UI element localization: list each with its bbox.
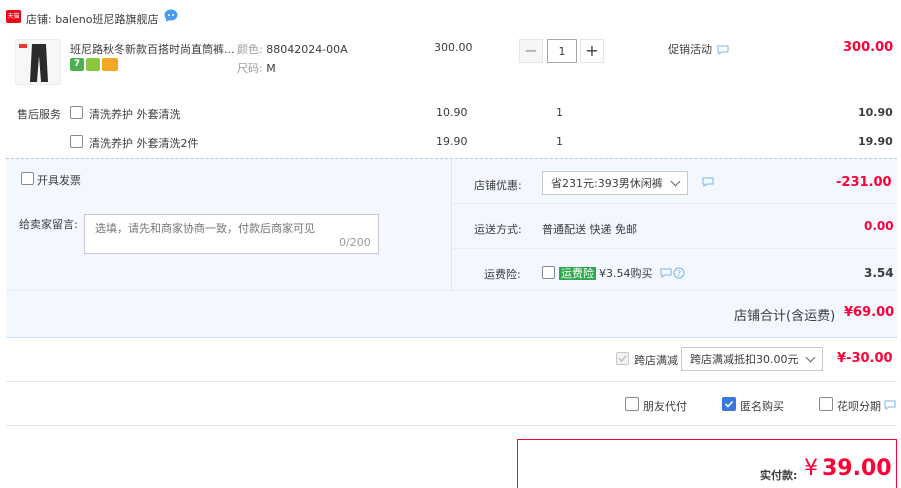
payment-label: 实付款:	[760, 469, 798, 482]
sku-color: 颜色: 88042024-00A	[237, 43, 348, 56]
panel-row-divider	[452, 248, 897, 249]
seller-message-input[interactable]	[84, 214, 379, 254]
after-sale-label: 售后服务	[17, 108, 61, 121]
message-char-counter: 0/200	[339, 236, 371, 249]
insurance-tag: 运费险	[559, 267, 596, 280]
shipping-amount: 0.00	[864, 219, 894, 233]
cross-store-checkbox[interactable]	[616, 352, 629, 365]
discount-label: 店铺优惠:	[474, 179, 522, 192]
card-payment-icon	[102, 58, 118, 71]
sku-size: 尺码: M	[237, 62, 276, 75]
insurance-label: 运费险:	[484, 268, 521, 281]
discount-select[interactable]: 省231元:393男休闲裤	[542, 171, 688, 195]
service-price-2: 19.90	[436, 135, 468, 148]
message-label: 给卖家留言:	[19, 218, 78, 231]
service-qty-2: 1	[556, 135, 563, 148]
wangwang-chat-icon[interactable]	[163, 8, 179, 24]
huabei-info-icon[interactable]	[884, 400, 896, 410]
service-name-2: 清洗养护 外套清洗2件	[89, 137, 199, 150]
qty-input[interactable]	[547, 39, 577, 63]
insurance-amount: 3.54	[864, 266, 894, 280]
service-total-2: 19.90	[858, 135, 893, 148]
panel-divider	[451, 158, 452, 290]
pants-image	[16, 40, 60, 84]
service-qty-1: 1	[556, 106, 563, 119]
tmall-badge: 天猫	[6, 10, 21, 23]
insurance-info-icon[interactable]	[660, 268, 672, 278]
discount-info-icon[interactable]	[702, 177, 714, 187]
panel-row-divider	[6, 290, 897, 291]
seven-day-return-icon: 7	[70, 58, 84, 71]
cross-store-label: 跨店满减	[634, 354, 678, 367]
anonymous-label: 匿名购买	[740, 400, 784, 413]
huabei-label: 花呗分期	[837, 400, 881, 413]
service-checkbox-1[interactable]	[70, 106, 83, 119]
item-total: 300.00	[843, 40, 894, 55]
shipping-method: 普通配送 快递 免邮	[542, 223, 637, 236]
promo-info-icon[interactable]	[717, 45, 729, 55]
insurance-price-text: ¥3.54购买	[599, 267, 653, 280]
panel-row-divider	[452, 203, 897, 204]
insurance-offer: 运费险 ¥3.54购买	[559, 265, 653, 281]
shop-name[interactable]: 店铺: baleno班尼路旗舰店	[26, 11, 158, 27]
product-thumbnail[interactable]	[15, 39, 61, 85]
friend-pay-label: 朋友代付	[643, 400, 687, 413]
service-name-1: 清洗养护 外套清洗	[89, 108, 181, 121]
divider	[6, 425, 897, 426]
payment-currency: ¥	[804, 456, 818, 481]
svg-text:?: ?	[677, 269, 681, 278]
shop-total-amount: ¥69.00	[844, 305, 895, 320]
service-badges: 7	[70, 58, 118, 72]
service-total-1: 10.90	[858, 106, 893, 119]
service-price-1: 10.90	[436, 106, 468, 119]
promo-label: 促销活动	[668, 43, 712, 56]
service-checkbox-2[interactable]	[70, 135, 83, 148]
qty-decrease-button[interactable]: −	[519, 39, 543, 63]
divider	[6, 381, 897, 382]
unit-price: 300.00	[434, 41, 473, 54]
help-icon[interactable]: ?	[673, 267, 685, 279]
qty-increase-button[interactable]: +	[580, 39, 604, 63]
huabei-checkbox[interactable]	[819, 397, 833, 411]
payment-amount: 39.00	[822, 456, 892, 481]
discount-selected-value: 省231元:393男休闲裤	[551, 177, 663, 190]
invoice-label: 开具发票	[37, 174, 81, 187]
guarantee-icon	[86, 58, 100, 71]
shipping-label: 运送方式:	[474, 223, 522, 236]
invoice-checkbox[interactable]	[21, 172, 34, 185]
chevron-down-icon	[670, 176, 681, 186]
chevron-down-icon	[805, 352, 816, 362]
cross-store-amount: ¥-30.00	[837, 351, 893, 366]
shop-total-label: 店铺合计(含运费)	[734, 309, 836, 324]
anonymous-checkbox[interactable]	[722, 397, 736, 411]
friend-pay-checkbox[interactable]	[625, 397, 639, 411]
product-title[interactable]: 班尼路秋冬新款百搭时尚直筒裤...	[70, 41, 235, 57]
cross-store-select[interactable]: 跨店满减抵扣30.00元	[681, 347, 823, 371]
discount-amount: -231.00	[836, 175, 892, 190]
cross-store-selected-value: 跨店满减抵扣30.00元	[690, 353, 799, 366]
insurance-checkbox[interactable]	[542, 266, 555, 279]
